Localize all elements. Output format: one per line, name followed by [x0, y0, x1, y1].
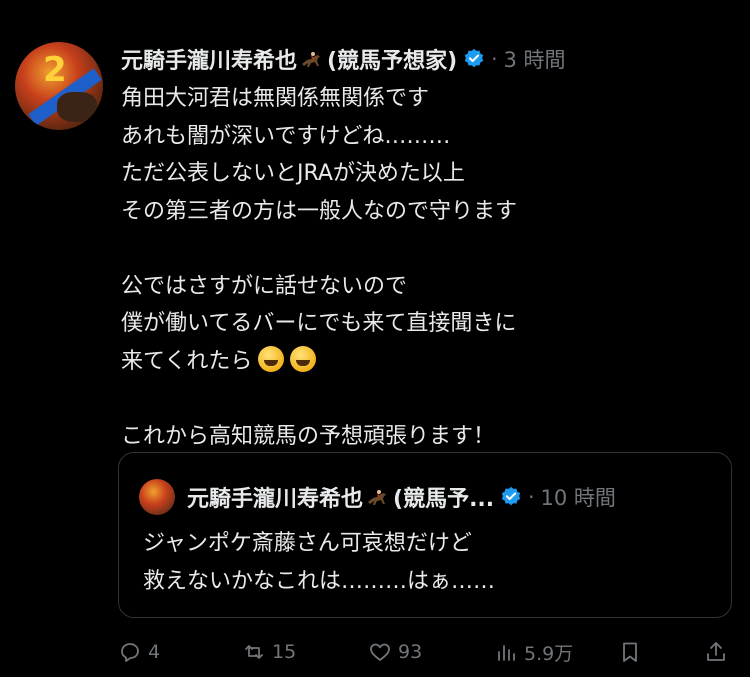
quoted-post[interactable]: 元騎手瀧川寿希也 (競馬予... · 10 時間 ジャンポケ斎藤さん可哀想だけど…	[118, 452, 732, 618]
quoted-post-timestamp: 10 時間	[540, 486, 616, 510]
grinning-sweat-emoji	[258, 345, 285, 372]
bookmark-icon	[623, 642, 637, 662]
post-header: 元騎手瀧川寿希也 (競馬予想家) · 3 時間	[121, 43, 566, 75]
views-chart-icon	[498, 645, 515, 661]
separator-dot: ·	[491, 47, 498, 71]
quoted-post-header: 元騎手瀧川寿希也 (競馬予... · 10 時間	[187, 479, 616, 515]
action-bar: 4 15 93 5.9万	[118, 636, 732, 668]
post-line: これから高知競馬の予想頑張ります！	[121, 423, 496, 449]
post-line	[121, 230, 731, 268]
author-avatar[interactable]: 2	[15, 42, 103, 130]
grinning-sweat-emoji	[290, 345, 317, 372]
post-line: あれも闇が深いですけどね………	[121, 123, 451, 149]
author-suffix[interactable]: (競馬予想家)	[327, 43, 457, 75]
post-line	[121, 380, 731, 418]
horse-racing-icon	[302, 52, 321, 67]
bookmark-button[interactable]	[618, 636, 648, 668]
post-line: 公ではさすがに話せないので	[121, 273, 408, 299]
quoted-author-avatar	[139, 479, 175, 515]
post-line: 角田大河君は無関係無関係です	[121, 86, 430, 111]
post-line-with-emoji: 来てくれたら	[121, 343, 731, 381]
post-timestamp[interactable]: 3 時間	[504, 44, 566, 74]
repost-button[interactable]: 15	[242, 636, 296, 668]
views-button[interactable]: 5.9万	[494, 636, 573, 668]
like-button[interactable]: 93	[368, 636, 422, 668]
post-line: ただ公表しないとJRAが決めた以上	[121, 161, 465, 186]
post-line: その第三者の方は一般人なので守ります	[121, 198, 518, 224]
quoted-post-line: 救えないかなこれは………はぁ……	[143, 569, 496, 594]
separator-dot: ·	[528, 485, 535, 509]
repost-count: 15	[272, 641, 297, 663]
reply-count: 4	[148, 641, 161, 663]
post-line-text: 来てくれたら	[121, 348, 253, 374]
verified-badge-icon	[464, 48, 484, 68]
quoted-post-body: ジャンポケ斎藤さん可哀想だけど 救えないかなこれは………はぁ……	[143, 525, 495, 601]
share-icon	[707, 642, 725, 661]
reply-button[interactable]: 4	[118, 636, 160, 668]
avatar-number: 2	[43, 50, 67, 90]
reply-icon	[121, 643, 139, 662]
quoted-post-line: ジャンポケ斎藤さん可哀想だけど	[143, 531, 472, 556]
post-body: 角田大河君は無関係無関係です あれも闇が深いですけどね……… ただ公表しないとJ…	[121, 80, 731, 455]
like-count: 93	[398, 641, 423, 663]
post-line: 僕が働いてるバーにでも来て直接聞きに	[121, 311, 517, 336]
quoted-author-name: 元騎手瀧川寿希也	[187, 487, 364, 512]
repost-icon	[245, 645, 263, 659]
heart-icon	[370, 643, 390, 661]
author-name[interactable]: 元騎手瀧川寿希也	[121, 43, 297, 75]
share-button[interactable]	[704, 636, 734, 668]
quoted-author-suffix: (競馬予...	[393, 487, 495, 512]
avatar-horse	[57, 92, 97, 122]
verified-badge-icon	[501, 486, 521, 506]
horse-racing-icon	[368, 490, 387, 505]
views-count: 5.9万	[524, 642, 574, 665]
